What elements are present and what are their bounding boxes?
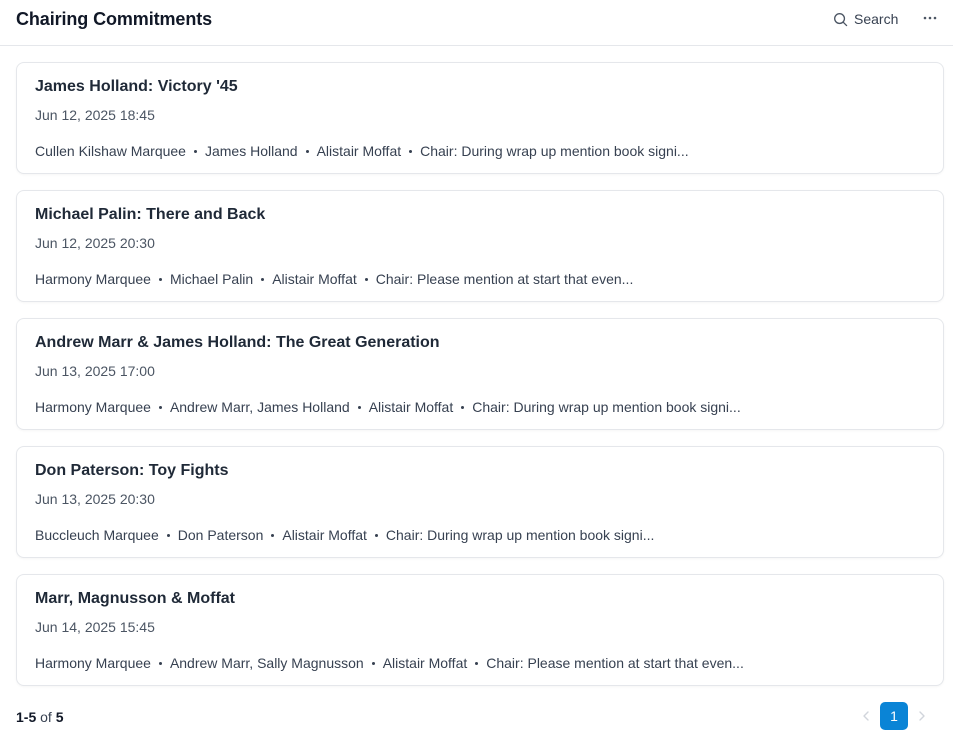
card-speakers: Andrew Marr, Sally Magnusson [169, 655, 364, 671]
card-speakers: Michael Palin [169, 271, 254, 287]
separator-dot [305, 149, 309, 153]
card-speakers: Don Paterson [177, 527, 264, 543]
next-page-button[interactable] [912, 702, 932, 730]
separator-dot [271, 533, 275, 537]
chevron-left-icon [863, 711, 869, 721]
card-chair: Alistair Moffat [272, 271, 357, 287]
commitment-card[interactable]: Marr, Magnusson & Moffat Jun 14, 2025 15… [16, 574, 944, 686]
separator-dot [461, 405, 465, 409]
separator-dot [371, 661, 375, 665]
separator-dot [374, 533, 378, 537]
result-total: 5 [55, 709, 64, 725]
card-chair: Alistair Moffat [316, 143, 402, 159]
card-chair: Alistair Moffat [382, 655, 468, 671]
separator-dot [409, 149, 413, 153]
chevron-right-icon [919, 711, 925, 721]
card-title: Andrew Marr & James Holland: The Great G… [35, 334, 440, 351]
separator-dot [261, 277, 265, 281]
card-venue: Harmony Marquee [35, 271, 151, 287]
card-note: Chair: Please mention at start that even… [486, 655, 744, 671]
separator-dot [158, 277, 162, 281]
card-date: Jun 12, 2025 18:45 [35, 107, 155, 123]
card-note: Chair: Please mention at start that even… [375, 271, 634, 287]
card-speakers: James Holland [204, 143, 298, 159]
pagination: 1 [856, 702, 932, 730]
card-venue: Harmony Marquee [35, 655, 151, 671]
commitment-card[interactable]: Don Paterson: Toy Fights Jun 13, 2025 20… [16, 446, 944, 558]
card-meta: Cullen Kilshaw Marquee James Holland Ali… [35, 143, 689, 159]
commitment-card[interactable]: Michael Palin: There and Back Jun 12, 20… [16, 190, 944, 302]
separator-dot [166, 533, 170, 537]
card-speakers: Andrew Marr, James Holland [169, 399, 350, 415]
result-range: 1-5 [16, 709, 37, 725]
card-title: Don Paterson: Toy Fights [35, 462, 229, 479]
separator-dot [193, 149, 197, 153]
card-date: Jun 13, 2025 17:00 [35, 363, 155, 379]
card-title: Marr, Magnusson & Moffat [35, 590, 236, 607]
card-date: Jun 12, 2025 20:30 [35, 235, 155, 251]
result-of-label: of [40, 709, 52, 725]
card-note: Chair: During wrap up mention book signi… [385, 527, 655, 543]
card-title: Michael Palin: There and Back [35, 206, 266, 223]
more-horizontal-icon [923, 16, 937, 20]
commitment-card[interactable]: James Holland: Victory '45 Jun 12, 2025 … [16, 62, 944, 174]
card-meta: Harmony Marquee Michael Palin Alistair M… [35, 271, 633, 287]
card-meta: Buccleuch Marquee Don Paterson Alistair … [35, 527, 654, 543]
card-venue: Buccleuch Marquee [35, 527, 159, 543]
separator-dot [357, 405, 361, 409]
card-date: Jun 14, 2025 15:45 [35, 619, 155, 635]
prev-page-button[interactable] [856, 702, 876, 730]
more-options-button[interactable] [919, 8, 941, 28]
separator-dot [364, 277, 368, 281]
card-meta: Harmony Marquee Andrew Marr, James Holla… [35, 399, 741, 415]
card-title: James Holland: Victory '45 [35, 78, 238, 95]
separator-dot [158, 405, 162, 409]
card-meta: Harmony Marquee Andrew Marr, Sally Magnu… [35, 655, 744, 671]
result-count: 1-5 of 5 [16, 709, 64, 725]
card-chair: Alistair Moffat [368, 399, 454, 415]
card-venue: Cullen Kilshaw Marquee [35, 143, 186, 159]
search-button[interactable]: Search [833, 9, 898, 29]
search-icon [834, 12, 848, 26]
page-number-button[interactable]: 1 [880, 702, 908, 730]
card-venue: Harmony Marquee [35, 399, 151, 415]
page-header: Chairing Commitments Search [0, 0, 953, 46]
card-note: Chair: During wrap up mention book signi… [472, 399, 741, 415]
card-chair: Alistair Moffat [282, 527, 367, 543]
separator-dot [158, 661, 162, 665]
search-label: Search [854, 11, 899, 27]
card-note: Chair: During wrap up mention book signi… [420, 143, 689, 159]
separator-dot [475, 661, 479, 665]
card-date: Jun 13, 2025 20:30 [35, 491, 155, 507]
commitment-card[interactable]: Andrew Marr & James Holland: The Great G… [16, 318, 944, 430]
page-title: Chairing Commitments [16, 9, 213, 29]
